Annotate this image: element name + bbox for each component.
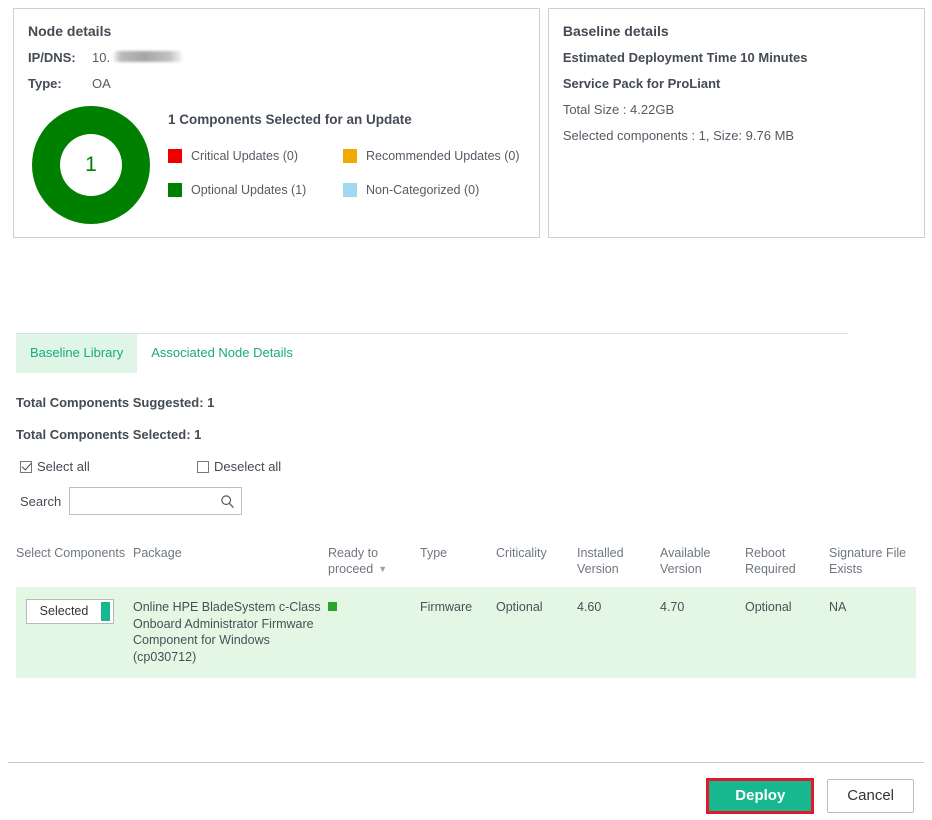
selected-indicator-bar: [101, 602, 110, 621]
col-package[interactable]: Package: [133, 539, 328, 587]
updates-chart: 1 1 Components Selected for an Update Cr…: [28, 102, 523, 224]
recommended-swatch-icon: [343, 149, 357, 163]
service-pack-name: Service Pack for ProLiant: [563, 76, 908, 91]
donut-chart: 1: [32, 106, 150, 224]
cancel-button[interactable]: Cancel: [827, 779, 914, 813]
cell-installed-version: 4.60: [577, 587, 660, 678]
components-table-wrap: Select Components Package Ready to proce…: [16, 539, 916, 678]
ip-dns-row: IP/DNS: 10.: [28, 50, 523, 65]
cell-available-version: 4.70: [660, 587, 745, 678]
tab-baseline-library[interactable]: Baseline Library: [16, 334, 137, 373]
deselect-all-control[interactable]: Deselect all: [197, 459, 281, 474]
legend-label-optional: Optional Updates (1): [191, 183, 306, 197]
baseline-details-title: Baseline details: [563, 23, 908, 39]
search-box[interactable]: [69, 487, 242, 515]
donut-chart-wrap: 1: [28, 102, 154, 224]
sort-descending-icon[interactable]: ▼: [378, 564, 387, 576]
select-all-control[interactable]: Select all: [20, 459, 197, 474]
col-reboot-required[interactable]: Reboot Required: [745, 539, 829, 587]
type-label: Type:: [28, 76, 92, 91]
deselect-all-label: Deselect all: [214, 459, 281, 474]
select-all-checkbox-icon[interactable]: [20, 461, 32, 473]
type-value: OA: [92, 76, 111, 91]
optional-swatch-icon: [168, 183, 182, 197]
selected-toggle-button[interactable]: Selected: [26, 599, 114, 624]
ip-dns-label: IP/DNS:: [28, 50, 92, 65]
col-available-version[interactable]: Available Version: [660, 539, 745, 587]
legend-item-optional: Optional Updates (1): [168, 183, 343, 197]
footer-actions: Deploy Cancel: [706, 778, 914, 814]
legend-label-non-categorized: Non-Categorized (0): [366, 183, 479, 197]
cell-package: Online HPE BladeSystem c-Class Onboard A…: [133, 587, 328, 678]
summary-cards: Node details IP/DNS: 10. Type: OA 1 1 Co…: [0, 0, 932, 238]
non-categorized-swatch-icon: [343, 183, 357, 197]
tab-associated-node-details[interactable]: Associated Node Details: [137, 334, 307, 373]
type-row: Type: OA: [28, 76, 523, 91]
cell-criticality: Optional: [496, 587, 577, 678]
col-ready-to-proceed-label: Ready to proceed: [328, 546, 378, 576]
critical-swatch-icon: [168, 149, 182, 163]
table-header-row: Select Components Package Ready to proce…: [16, 539, 916, 587]
total-components-suggested: Total Components Suggested: 1: [16, 395, 932, 410]
cell-ready-to-proceed: [328, 587, 420, 678]
col-select-components[interactable]: Select Components: [16, 539, 133, 587]
col-installed-version[interactable]: Installed Version: [577, 539, 660, 587]
chart-legend: Critical Updates (0) Recommended Updates…: [168, 149, 523, 197]
table-row: Selected Online HPE BladeSystem c-Class …: [16, 587, 916, 678]
cell-reboot-required: Optional: [745, 587, 829, 678]
footer-separator: [8, 762, 924, 763]
total-size: Total Size : 4.22GB: [563, 102, 908, 117]
search-input[interactable]: [76, 493, 220, 510]
cell-type: Firmware: [420, 587, 496, 678]
ready-status-icon: [328, 602, 337, 611]
search-row: Search: [20, 487, 932, 515]
deploy-button[interactable]: Deploy: [709, 781, 811, 811]
legend-item-recommended: Recommended Updates (0): [343, 149, 523, 163]
cell-select-components: Selected: [16, 587, 133, 678]
node-details-card: Node details IP/DNS: 10. Type: OA 1 1 Co…: [13, 8, 540, 238]
col-type[interactable]: Type: [420, 539, 496, 587]
col-criticality[interactable]: Criticality: [496, 539, 577, 587]
col-signature-file-exists[interactable]: Signature File Exists: [829, 539, 916, 587]
deselect-all-checkbox-icon[interactable]: [197, 461, 209, 473]
selected-components-size: Selected components : 1, Size: 9.76 MB: [563, 128, 908, 143]
selected-toggle-label: Selected: [27, 600, 101, 623]
tab-bar: Baseline Library Associated Node Details: [16, 334, 932, 373]
legend-item-critical: Critical Updates (0): [168, 149, 343, 163]
legend-label-recommended: Recommended Updates (0): [366, 149, 520, 163]
components-summary: Total Components Suggested: 1 Total Comp…: [16, 395, 932, 442]
total-components-selected: Total Components Selected: 1: [16, 427, 932, 442]
components-table: Select Components Package Ready to proce…: [16, 539, 916, 678]
node-details-title: Node details: [28, 23, 523, 39]
ip-dns-value: 10.: [92, 50, 110, 65]
cell-signature-file-exists: NA: [829, 587, 916, 678]
donut-center-value: 1: [60, 134, 122, 196]
select-controls: Select all Deselect all: [20, 459, 932, 474]
select-all-label: Select all: [37, 459, 90, 474]
baseline-details-card: Baseline details Estimated Deployment Ti…: [548, 8, 925, 238]
chart-title: 1 Components Selected for an Update: [168, 112, 523, 127]
redacted-ip-blur: [112, 51, 184, 62]
legend-label-critical: Critical Updates (0): [191, 149, 298, 163]
chart-legend-block: 1 Components Selected for an Update Crit…: [154, 102, 523, 224]
legend-item-non-categorized: Non-Categorized (0): [343, 183, 523, 197]
search-icon[interactable]: [220, 494, 235, 509]
col-ready-to-proceed[interactable]: Ready to proceed▼: [328, 539, 420, 587]
search-label: Search: [20, 494, 61, 509]
estimated-deployment-time: Estimated Deployment Time 10 Minutes: [563, 50, 908, 65]
deploy-highlight-outline: Deploy: [706, 778, 814, 814]
